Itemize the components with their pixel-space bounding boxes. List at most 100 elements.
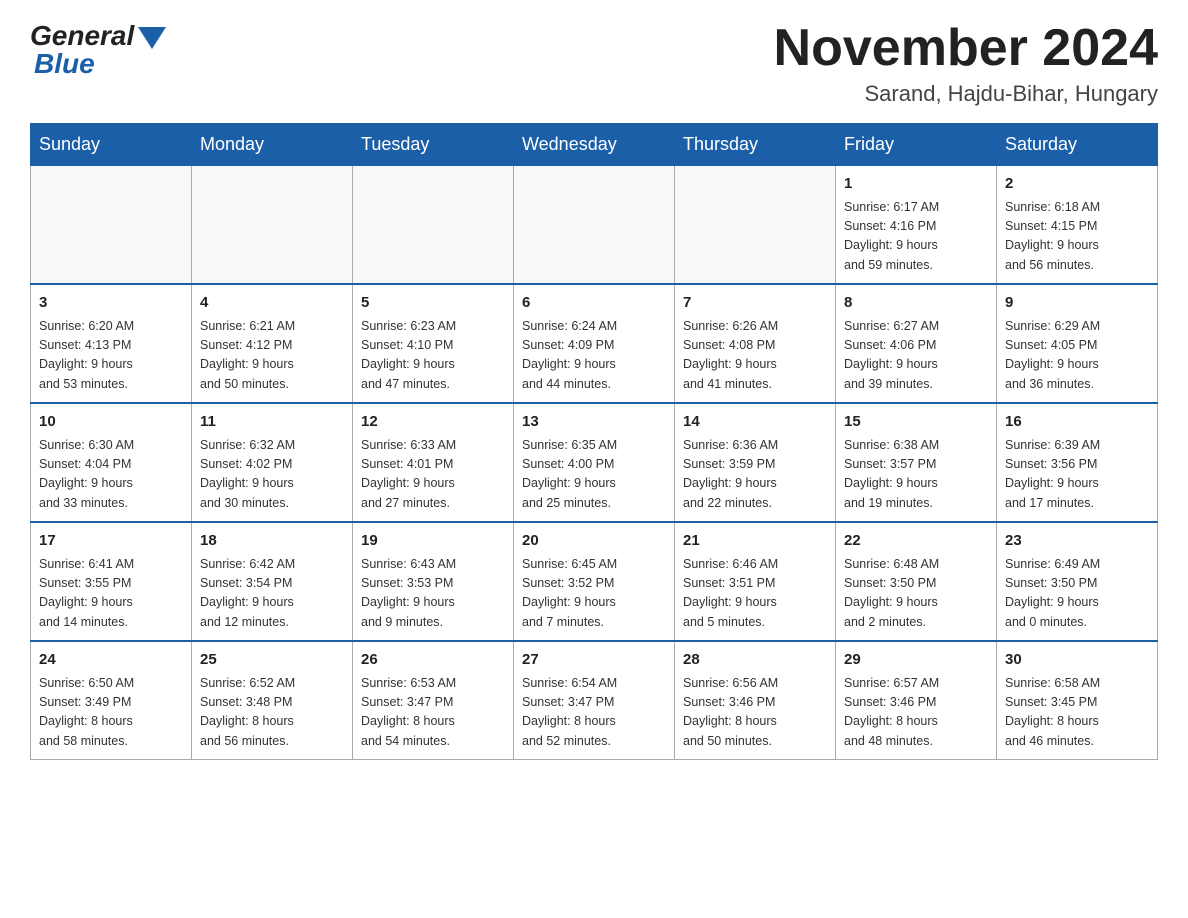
weekday-header-monday: Monday [192,124,353,166]
day-info: Sunrise: 6:30 AM Sunset: 4:04 PM Dayligh… [39,436,183,514]
title-block: November 2024 Sarand, Hajdu-Bihar, Hunga… [774,20,1158,107]
calendar-cell: 19Sunrise: 6:43 AM Sunset: 3:53 PM Dayli… [353,522,514,641]
day-info: Sunrise: 6:57 AM Sunset: 3:46 PM Dayligh… [844,674,988,752]
day-info: Sunrise: 6:35 AM Sunset: 4:00 PM Dayligh… [522,436,666,514]
weekday-header-tuesday: Tuesday [353,124,514,166]
day-info: Sunrise: 6:45 AM Sunset: 3:52 PM Dayligh… [522,555,666,633]
day-info: Sunrise: 6:27 AM Sunset: 4:06 PM Dayligh… [844,317,988,395]
calendar-cell: 27Sunrise: 6:54 AM Sunset: 3:47 PM Dayli… [514,641,675,760]
day-info: Sunrise: 6:39 AM Sunset: 3:56 PM Dayligh… [1005,436,1149,514]
calendar-cell [353,166,514,285]
calendar-cell: 28Sunrise: 6:56 AM Sunset: 3:46 PM Dayli… [675,641,836,760]
calendar-cell: 18Sunrise: 6:42 AM Sunset: 3:54 PM Dayli… [192,522,353,641]
day-info: Sunrise: 6:17 AM Sunset: 4:16 PM Dayligh… [844,198,988,276]
calendar-cell: 29Sunrise: 6:57 AM Sunset: 3:46 PM Dayli… [836,641,997,760]
day-info: Sunrise: 6:53 AM Sunset: 3:47 PM Dayligh… [361,674,505,752]
calendar-week-row: 10Sunrise: 6:30 AM Sunset: 4:04 PM Dayli… [31,403,1158,522]
logo-triangle-icon [138,27,166,49]
day-info: Sunrise: 6:33 AM Sunset: 4:01 PM Dayligh… [361,436,505,514]
day-number: 16 [1005,411,1149,434]
calendar-cell [31,166,192,285]
day-number: 6 [522,292,666,315]
day-info: Sunrise: 6:18 AM Sunset: 4:15 PM Dayligh… [1005,198,1149,276]
calendar-week-row: 17Sunrise: 6:41 AM Sunset: 3:55 PM Dayli… [31,522,1158,641]
calendar-cell: 24Sunrise: 6:50 AM Sunset: 3:49 PM Dayli… [31,641,192,760]
month-title: November 2024 [774,20,1158,77]
day-number: 20 [522,530,666,553]
weekday-header-sunday: Sunday [31,124,192,166]
weekday-header-saturday: Saturday [997,124,1158,166]
day-info: Sunrise: 6:24 AM Sunset: 4:09 PM Dayligh… [522,317,666,395]
day-number: 8 [844,292,988,315]
day-info: Sunrise: 6:46 AM Sunset: 3:51 PM Dayligh… [683,555,827,633]
day-info: Sunrise: 6:50 AM Sunset: 3:49 PM Dayligh… [39,674,183,752]
calendar-cell: 6Sunrise: 6:24 AM Sunset: 4:09 PM Daylig… [514,284,675,403]
day-info: Sunrise: 6:43 AM Sunset: 3:53 PM Dayligh… [361,555,505,633]
calendar-cell: 20Sunrise: 6:45 AM Sunset: 3:52 PM Dayli… [514,522,675,641]
day-info: Sunrise: 6:36 AM Sunset: 3:59 PM Dayligh… [683,436,827,514]
calendar-cell: 26Sunrise: 6:53 AM Sunset: 3:47 PM Dayli… [353,641,514,760]
calendar-week-row: 24Sunrise: 6:50 AM Sunset: 3:49 PM Dayli… [31,641,1158,760]
day-info: Sunrise: 6:48 AM Sunset: 3:50 PM Dayligh… [844,555,988,633]
day-info: Sunrise: 6:49 AM Sunset: 3:50 PM Dayligh… [1005,555,1149,633]
calendar-cell: 13Sunrise: 6:35 AM Sunset: 4:00 PM Dayli… [514,403,675,522]
calendar-cell: 22Sunrise: 6:48 AM Sunset: 3:50 PM Dayli… [836,522,997,641]
day-number: 12 [361,411,505,434]
calendar-cell: 23Sunrise: 6:49 AM Sunset: 3:50 PM Dayli… [997,522,1158,641]
header: General Blue November 2024 Sarand, Hajdu… [30,20,1158,107]
day-info: Sunrise: 6:29 AM Sunset: 4:05 PM Dayligh… [1005,317,1149,395]
logo-blue-text: Blue [34,48,95,80]
day-info: Sunrise: 6:26 AM Sunset: 4:08 PM Dayligh… [683,317,827,395]
day-info: Sunrise: 6:52 AM Sunset: 3:48 PM Dayligh… [200,674,344,752]
day-info: Sunrise: 6:56 AM Sunset: 3:46 PM Dayligh… [683,674,827,752]
calendar-cell: 9Sunrise: 6:29 AM Sunset: 4:05 PM Daylig… [997,284,1158,403]
calendar-cell: 3Sunrise: 6:20 AM Sunset: 4:13 PM Daylig… [31,284,192,403]
day-number: 2 [1005,173,1149,196]
day-info: Sunrise: 6:20 AM Sunset: 4:13 PM Dayligh… [39,317,183,395]
day-number: 9 [1005,292,1149,315]
calendar-cell: 25Sunrise: 6:52 AM Sunset: 3:48 PM Dayli… [192,641,353,760]
weekday-header-friday: Friday [836,124,997,166]
calendar-cell: 7Sunrise: 6:26 AM Sunset: 4:08 PM Daylig… [675,284,836,403]
day-number: 19 [361,530,505,553]
day-number: 3 [39,292,183,315]
day-number: 1 [844,173,988,196]
day-number: 22 [844,530,988,553]
day-number: 17 [39,530,183,553]
day-number: 14 [683,411,827,434]
calendar-cell: 2Sunrise: 6:18 AM Sunset: 4:15 PM Daylig… [997,166,1158,285]
page: General Blue November 2024 Sarand, Hajdu… [0,0,1188,790]
calendar-cell: 21Sunrise: 6:46 AM Sunset: 3:51 PM Dayli… [675,522,836,641]
calendar-cell [514,166,675,285]
calendar-cell: 10Sunrise: 6:30 AM Sunset: 4:04 PM Dayli… [31,403,192,522]
weekday-header-wednesday: Wednesday [514,124,675,166]
day-number: 13 [522,411,666,434]
calendar-cell: 16Sunrise: 6:39 AM Sunset: 3:56 PM Dayli… [997,403,1158,522]
day-number: 15 [844,411,988,434]
calendar-cell: 4Sunrise: 6:21 AM Sunset: 4:12 PM Daylig… [192,284,353,403]
day-info: Sunrise: 6:58 AM Sunset: 3:45 PM Dayligh… [1005,674,1149,752]
day-number: 5 [361,292,505,315]
day-info: Sunrise: 6:42 AM Sunset: 3:54 PM Dayligh… [200,555,344,633]
day-number: 23 [1005,530,1149,553]
day-info: Sunrise: 6:38 AM Sunset: 3:57 PM Dayligh… [844,436,988,514]
day-number: 29 [844,649,988,672]
calendar-table: SundayMondayTuesdayWednesdayThursdayFrid… [30,123,1158,760]
calendar-cell: 5Sunrise: 6:23 AM Sunset: 4:10 PM Daylig… [353,284,514,403]
calendar-header-row: SundayMondayTuesdayWednesdayThursdayFrid… [31,124,1158,166]
calendar-cell: 15Sunrise: 6:38 AM Sunset: 3:57 PM Dayli… [836,403,997,522]
day-number: 30 [1005,649,1149,672]
day-info: Sunrise: 6:54 AM Sunset: 3:47 PM Dayligh… [522,674,666,752]
day-info: Sunrise: 6:41 AM Sunset: 3:55 PM Dayligh… [39,555,183,633]
calendar-cell: 14Sunrise: 6:36 AM Sunset: 3:59 PM Dayli… [675,403,836,522]
day-info: Sunrise: 6:21 AM Sunset: 4:12 PM Dayligh… [200,317,344,395]
day-number: 26 [361,649,505,672]
calendar-cell [675,166,836,285]
day-number: 27 [522,649,666,672]
location-title: Sarand, Hajdu-Bihar, Hungary [774,81,1158,107]
day-number: 18 [200,530,344,553]
calendar-cell: 12Sunrise: 6:33 AM Sunset: 4:01 PM Dayli… [353,403,514,522]
calendar-cell: 8Sunrise: 6:27 AM Sunset: 4:06 PM Daylig… [836,284,997,403]
calendar-cell: 11Sunrise: 6:32 AM Sunset: 4:02 PM Dayli… [192,403,353,522]
day-number: 28 [683,649,827,672]
